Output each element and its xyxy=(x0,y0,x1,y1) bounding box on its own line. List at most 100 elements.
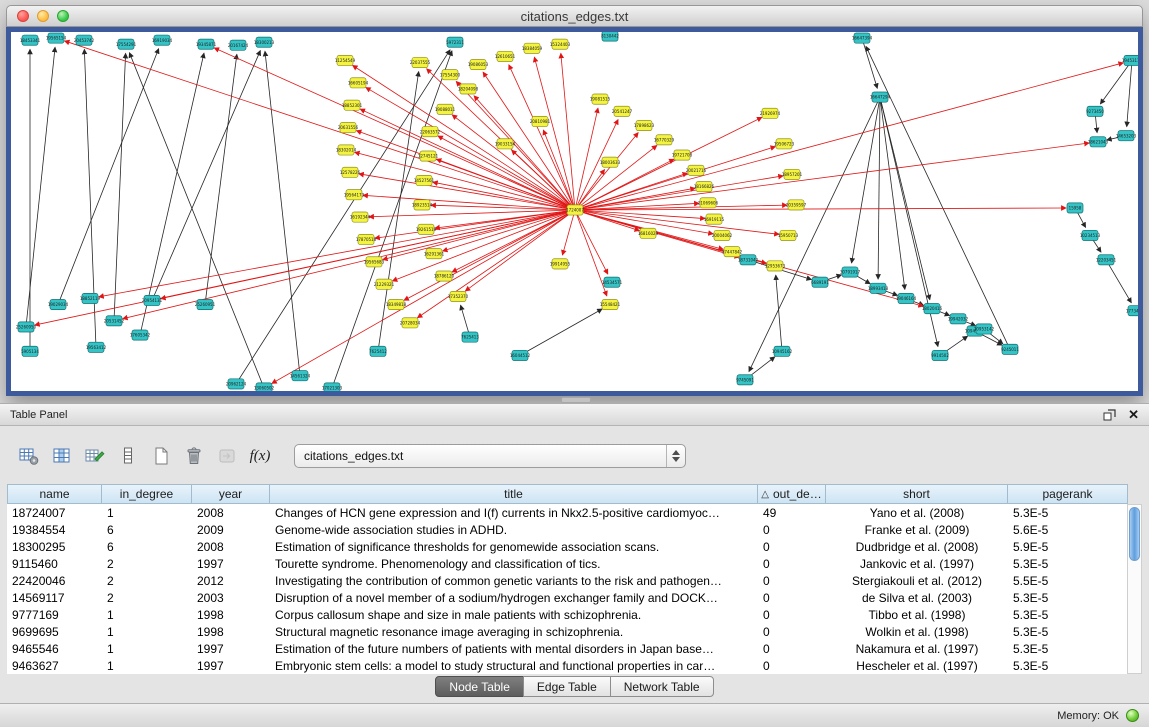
graph-node[interactable]: 16647294 xyxy=(870,92,891,102)
graph-node[interactable]: 18852119 xyxy=(80,293,101,303)
graph-node[interactable]: 15950713 xyxy=(778,230,799,240)
graph-node[interactable]: 16816023 xyxy=(638,228,659,238)
close-button[interactable] xyxy=(17,10,29,22)
column-header-year[interactable]: year xyxy=(192,484,270,504)
graph-node[interactable]: 22037555 xyxy=(410,57,431,67)
table-row[interactable]: 911546021997Tourette syndrome. Phenomeno… xyxy=(7,555,1142,572)
table-edit-button[interactable] xyxy=(80,442,110,470)
graph-edge[interactable] xyxy=(575,210,705,219)
table-row[interactable]: 1938455462009Genome-wide association stu… xyxy=(7,521,1142,538)
graph-node[interactable]: 15548421 xyxy=(600,299,621,309)
graph-edge[interactable] xyxy=(862,38,877,88)
graph-node[interactable]: 14527561 xyxy=(414,175,435,185)
function-builder-button[interactable]: f(x) xyxy=(245,442,275,470)
graph-node[interactable]: 18020416 xyxy=(922,304,943,314)
split-divider[interactable] xyxy=(0,396,1149,403)
graph-node[interactable]: 20631556 xyxy=(338,123,359,133)
graph-node[interactable]: 18923514 xyxy=(412,200,433,210)
graph-node[interactable]: 12578226 xyxy=(340,167,361,177)
table-scrollbar[interactable] xyxy=(1127,504,1142,674)
graph-node[interactable]: 17734502 xyxy=(1126,306,1138,316)
graph-edge[interactable] xyxy=(383,210,575,260)
graph-edge[interactable] xyxy=(363,195,575,210)
tab-node-table[interactable]: Node Table xyxy=(435,676,524,697)
graph-node[interactable]: 17352370 xyxy=(448,291,469,301)
graph-edge[interactable] xyxy=(575,210,779,234)
graph-node[interactable]: 19261519 xyxy=(416,224,437,234)
graph-edge[interactable] xyxy=(265,51,300,375)
column-visibility-button[interactable] xyxy=(47,442,77,470)
graph-node[interactable]: 17021303 xyxy=(322,383,343,391)
window-titlebar[interactable]: citations_edges.txt xyxy=(6,5,1143,27)
graph-node[interactable]: 16291361 xyxy=(424,249,445,259)
table-row[interactable]: 977716911998Corpus callosum shape and si… xyxy=(7,606,1142,623)
tab-edge-table[interactable]: Edge Table xyxy=(523,676,611,697)
graph-node[interactable]: 21926974 xyxy=(760,108,781,118)
table-selector-combobox[interactable]: citations_edges.txt xyxy=(294,444,686,468)
graph-node[interactable]: 19506723 xyxy=(774,139,795,149)
graph-edge[interactable] xyxy=(140,53,204,335)
graph-node[interactable]: 7625413 xyxy=(461,332,479,342)
graph-edge[interactable] xyxy=(749,97,880,371)
graph-node[interactable]: 17870518 xyxy=(356,234,377,244)
graph-node[interactable]: 14534571 xyxy=(602,277,623,287)
graph-node[interactable]: 5972311 xyxy=(446,37,464,47)
graph-node[interactable]: 21229321 xyxy=(374,279,395,289)
graph-edge[interactable] xyxy=(880,97,905,289)
graph-node[interactable]: 18453341 xyxy=(20,35,41,45)
graph-node[interactable]: 16770329 xyxy=(654,135,675,145)
column-header-short[interactable]: short xyxy=(826,484,1008,504)
graph-node[interactable]: 19086053 xyxy=(468,59,489,69)
column-header-pagerank[interactable]: pagerank xyxy=(1008,484,1128,504)
graph-node[interactable]: 19914955 xyxy=(550,259,571,269)
network-canvas[interactable]: 1125454916605194188523012063155618302014… xyxy=(11,32,1138,391)
graph-node[interactable]: 16919115 xyxy=(704,214,725,224)
table-row[interactable]: 1830029562008Estimation of significance … xyxy=(7,538,1142,555)
graph-edge[interactable] xyxy=(114,53,126,320)
graph-node[interactable]: 20810981 xyxy=(530,116,551,126)
graph-node[interactable]: 10945162 xyxy=(772,346,793,356)
graph-node[interactable]: 6689191 xyxy=(811,277,829,287)
graph-node[interactable]: 12203451 xyxy=(1096,255,1117,265)
graph-node[interactable]: 17554300 xyxy=(440,70,461,80)
graph-node[interactable]: 15324403 xyxy=(550,39,571,49)
graph-node[interactable]: 19565683 xyxy=(364,257,385,267)
graph-node[interactable]: 12953673 xyxy=(765,261,786,271)
graph-edge[interactable] xyxy=(575,210,608,274)
narrow-table-button[interactable] xyxy=(113,442,143,470)
new-file-button[interactable] xyxy=(146,442,176,470)
graph-node[interactable]: 18621043 xyxy=(1088,137,1109,147)
graph-edge[interactable] xyxy=(1127,60,1132,126)
graph-node[interactable]: 22063572 xyxy=(420,127,441,137)
graph-node[interactable]: 17554291 xyxy=(116,39,137,49)
graph-node[interactable]: 20954131 xyxy=(142,295,163,305)
graph-node[interactable]: 20453742 xyxy=(74,35,95,45)
table-row[interactable]: 2242004622012Investigating the contribut… xyxy=(7,572,1142,589)
graph-edge[interactable] xyxy=(561,53,575,210)
graph-node[interactable]: 18731042 xyxy=(738,255,759,265)
graph-node[interactable]: 9745091 xyxy=(736,375,754,385)
zoom-button[interactable] xyxy=(57,10,69,22)
graph-node[interactable]: 16044512 xyxy=(510,350,531,360)
graph-node[interactable]: 5905134 xyxy=(21,346,39,356)
graph-node[interactable]: 16192344 xyxy=(350,212,371,222)
graph-node[interactable]: 19081515 xyxy=(590,94,611,104)
graph-node[interactable]: 18852301 xyxy=(342,100,363,110)
graph-node[interactable]: 18349818 xyxy=(386,299,407,309)
graph-node[interactable]: 18300213 xyxy=(254,37,275,47)
float-panel-button[interactable] xyxy=(1103,409,1116,421)
table-row[interactable]: 969969511998Structural magnetic resonanc… xyxy=(7,623,1142,640)
scrollbar-thumb[interactable] xyxy=(1129,507,1140,561)
graph-node[interactable]: 18204098 xyxy=(458,84,479,94)
graph-node[interactable]: 18993418 xyxy=(868,283,889,293)
graph-edge[interactable] xyxy=(1106,260,1131,303)
graph-node[interactable]: 20021716 xyxy=(686,165,707,175)
graph-node[interactable]: 17605342 xyxy=(130,330,151,340)
graph-node[interactable]: 21069606 xyxy=(698,198,719,208)
graph-node[interactable]: 19453112 xyxy=(1122,55,1138,65)
graph-node[interactable]: 19565154 xyxy=(46,33,67,43)
minimize-button[interactable] xyxy=(37,10,49,22)
graph-edge[interactable] xyxy=(123,210,575,319)
graph-node[interactable]: 18384059 xyxy=(522,43,543,53)
graph-node[interactable]: 9914502 xyxy=(931,350,949,360)
